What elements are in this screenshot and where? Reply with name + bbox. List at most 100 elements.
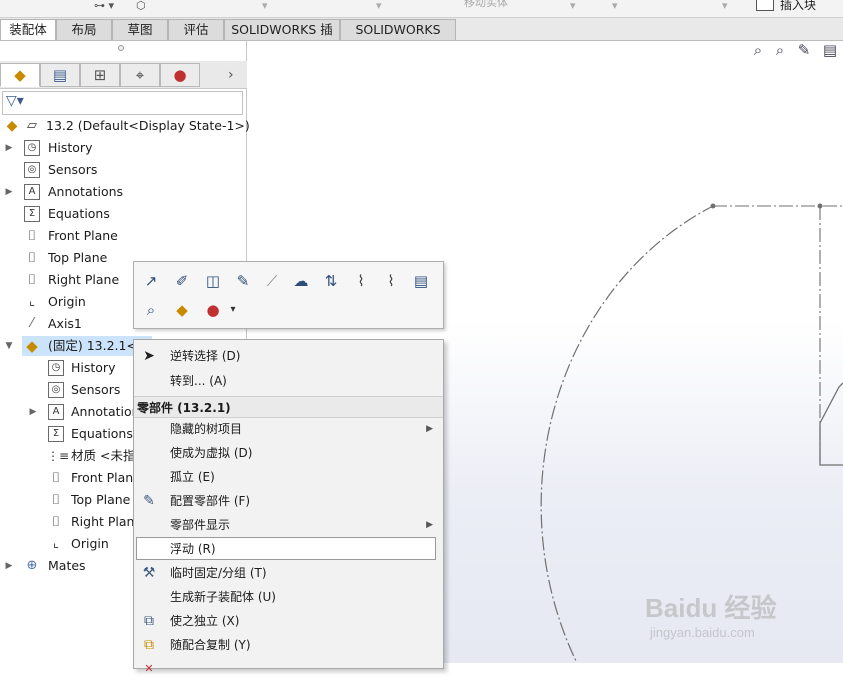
sketch-point xyxy=(817,203,823,209)
collapse-arrow-icon[interactable]: ▼ xyxy=(4,336,14,356)
menu-item-invert-selection[interactable]: ➤ 逆转选择 (D) xyxy=(134,344,443,368)
menu-item-hidden-tree-items[interactable]: 隐藏的树项目 ▶ xyxy=(134,417,443,441)
propertymanager-tab-icon[interactable]: ▤ xyxy=(40,63,80,87)
dropdown-arrow-icon[interactable]: ▾ xyxy=(376,0,382,12)
tab-assembly[interactable]: 装配体 xyxy=(0,19,56,40)
tree-item-label: Top Plane xyxy=(71,492,131,507)
properties-icon[interactable]: ▤ xyxy=(410,270,432,292)
tree-item-annotations[interactable]: ▶ A Annotations xyxy=(0,182,245,202)
dropdown-arrow-icon[interactable]: ▾ xyxy=(612,0,618,12)
tree-item-label: Annotations xyxy=(48,184,124,199)
copy-with-mates-icon: ⧉ xyxy=(144,637,154,653)
toolbar-mate-icon[interactable]: ⊶ ▾ xyxy=(94,0,114,12)
previous-view-icon[interactable]: ✎ xyxy=(795,41,813,59)
mates-icon: ⊕ xyxy=(26,558,38,573)
menu-item-label: 零部件显示 xyxy=(170,518,231,532)
section-view-icon[interactable]: ▤ xyxy=(821,41,839,59)
sketch-point xyxy=(710,203,716,209)
plane-icon: ⌷ xyxy=(27,228,37,244)
baidu-watermark-url: jingyan.baidu.com xyxy=(650,625,755,640)
origin-icon: ⌞ xyxy=(28,294,36,309)
tree-item-history[interactable]: ▶ ◷ History xyxy=(0,138,245,158)
edit-part-icon[interactable]: ↗ xyxy=(140,270,162,292)
tree-item-label: Origin xyxy=(71,536,109,551)
panel-collapse-handle[interactable] xyxy=(118,45,124,51)
menu-item-copy-with-mates[interactable]: ⧉ 随配合复制 (Y) xyxy=(134,633,443,657)
insert-block-button[interactable]: 插入块 xyxy=(780,0,816,13)
mate-icon[interactable]: ⌇ xyxy=(350,270,372,292)
change-transparency-icon[interactable]: ◫ xyxy=(202,270,224,292)
tab-sketch[interactable]: 草图 xyxy=(112,19,168,40)
origin-icon: ⌞ xyxy=(52,536,60,551)
menu-item-isolate[interactable]: 孤立 (E) xyxy=(134,465,443,489)
menu-item-make-virtual[interactable]: 使成为虚拟 (D) xyxy=(134,441,443,465)
tree-item-label: History xyxy=(48,140,93,155)
display-manager-tab-icon[interactable]: ● xyxy=(160,63,200,87)
tree-item-equations[interactable]: Σ Equations xyxy=(0,204,245,224)
open-part-icon[interactable]: ◆ xyxy=(171,299,193,321)
tree-root[interactable]: ◆ ▱ 13.2 (Default<Display State-1>) xyxy=(0,116,250,136)
menu-item-float[interactable]: 浮动 (R) xyxy=(134,537,443,561)
paperclip-icon[interactable]: ⌇ xyxy=(380,270,402,292)
tree-filter[interactable]: ▽▾ xyxy=(2,91,243,115)
expand-arrow-icon[interactable]: ▶ xyxy=(4,138,14,158)
expand-arrow-icon[interactable]: ▶ xyxy=(28,402,38,422)
menu-item-cut-off[interactable]: ✕ xyxy=(134,657,443,681)
color-picker-icon[interactable]: ● xyxy=(202,299,224,321)
sensors-icon: ◎ xyxy=(48,382,64,398)
configurationmanager-tab-icon[interactable]: ⊞ xyxy=(80,63,120,87)
insert-block-icon[interactable] xyxy=(756,0,774,11)
chevron-down-icon[interactable]: ▾ xyxy=(222,299,244,321)
configure-component-icon: ✎ xyxy=(143,493,155,509)
toolbar-hex-icon[interactable]: ⬡ xyxy=(136,0,146,12)
menu-item-label: 使之独立 (X) xyxy=(170,614,240,628)
tree-item-label: Right Plane xyxy=(71,514,143,529)
suppress-icon[interactable]: ⟋ xyxy=(261,270,283,292)
menu-item-label: 使成为虚拟 (D) xyxy=(170,446,253,460)
hide-components-icon[interactable]: ✐ xyxy=(171,270,193,292)
zoom-to-fit-icon[interactable]: ⌕ xyxy=(749,41,767,59)
equations-icon: Σ xyxy=(24,206,40,222)
filter-icon[interactable]: ▽▾ xyxy=(6,93,24,109)
menu-item-component-display[interactable]: 零部件显示 ▶ xyxy=(134,513,443,537)
tree-item-label: Equations xyxy=(71,426,133,441)
move-body-label[interactable]: 移动实体 xyxy=(464,0,508,9)
zoom-to-area-icon[interactable]: ⌕ xyxy=(771,41,789,59)
baidu-watermark: Baidu 经验 xyxy=(645,593,777,623)
tab-solidworks-mbd[interactable]: SOLIDWORKS MBD xyxy=(340,19,456,57)
expand-arrow-icon[interactable]: ▶ xyxy=(4,556,14,576)
menu-item-new-subassembly[interactable]: 生成新子装配体 (U) xyxy=(134,585,443,609)
command-manager-tabs: 装配体 布局 草图 评估 SOLIDWORKS 插件 SOLIDWORKS MB… xyxy=(0,18,843,57)
featuremanager-tab-icon[interactable]: ◆ xyxy=(0,63,40,87)
display-state-icon: ▱ xyxy=(27,118,37,133)
dropdown-arrow-icon[interactable]: ▾ xyxy=(262,0,268,12)
material-icon: ⋮≡ xyxy=(47,449,70,463)
chevron-right-icon[interactable]: › xyxy=(228,63,234,87)
sensors-icon: ◎ xyxy=(24,162,40,178)
dropdown-arrow-icon[interactable]: ▾ xyxy=(722,0,728,12)
axis-icon: ⁄ xyxy=(30,316,34,331)
appearance-icon[interactable]: ✎ xyxy=(232,270,254,292)
menu-section-header: 零部件 (13.2.1) xyxy=(134,396,443,418)
isolate-icon[interactable]: ☁ xyxy=(290,270,312,292)
menu-item-goto[interactable]: 转到... (A) xyxy=(134,369,443,393)
tab-evaluate[interactable]: 评估 xyxy=(168,19,224,40)
tree-item-front-plane[interactable]: ⌷ Front Plane xyxy=(0,226,245,246)
dimxpert-tab-icon[interactable]: ⌖ xyxy=(120,63,160,87)
tab-solidworks-addins[interactable]: SOLIDWORKS 插件 xyxy=(224,19,340,57)
make-independent-icon: ⧉ xyxy=(144,613,154,629)
menu-item-configure-component[interactable]: ✎ 配置零部件 (F) xyxy=(134,489,443,513)
menu-item-temp-fix-group[interactable]: ⚒ 临时固定/分组 (T) xyxy=(134,561,443,585)
menu-item-make-independent[interactable]: ⧉ 使之独立 (X) xyxy=(134,609,443,633)
tree-item-label: Top Plane xyxy=(48,250,108,265)
zoom-to-selection-icon[interactable]: ⌕ xyxy=(140,299,162,321)
dropdown-arrow-icon[interactable]: ▾ xyxy=(570,0,576,12)
expand-arrow-icon[interactable]: ▶ xyxy=(4,182,14,202)
sketch-outline xyxy=(819,382,843,466)
submenu-arrow-icon: ▶ xyxy=(426,520,433,530)
menu-item-label: 隐藏的树项目 xyxy=(170,422,243,436)
submenu-arrow-icon: ▶ xyxy=(426,424,433,434)
rebuild-icon[interactable]: ⇅ xyxy=(320,270,342,292)
tab-layout[interactable]: 布局 xyxy=(56,19,112,40)
tree-item-sensors[interactable]: ◎ Sensors xyxy=(0,160,245,180)
